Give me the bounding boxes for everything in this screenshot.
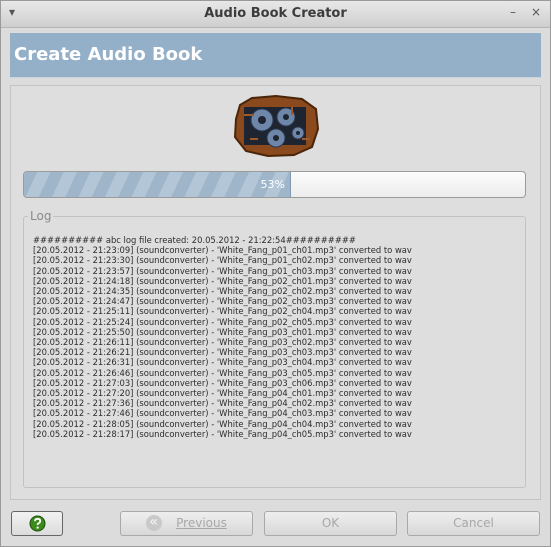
- log-line: [20.05.2012 - 21:27:03] (soundconverter)…: [33, 377, 412, 388]
- ok-label: OK: [321, 516, 340, 530]
- log-line: [20.05.2012 - 21:25:50] (soundconverter)…: [33, 326, 412, 337]
- title-bar[interactable]: ▾ Audio Book Creator – ×: [1, 1, 550, 28]
- cancel-button[interactable]: Cancel: [407, 511, 540, 536]
- log-line: [20.05.2012 - 21:24:35] (soundconverter)…: [33, 286, 412, 297]
- cancel-label: Cancel: [453, 516, 494, 530]
- help-icon: [29, 515, 46, 532]
- page-title: Create Audio Book: [14, 44, 203, 65]
- close-icon[interactable]: ×: [531, 5, 541, 19]
- log-line: [20.05.2012 - 21:23:57] (soundconverter)…: [33, 265, 412, 276]
- log-legend: Log: [28, 209, 54, 223]
- progress-fill: [24, 172, 291, 197]
- previous-button[interactable]: Previous: [120, 511, 253, 536]
- back-arrow-icon: [146, 511, 163, 534]
- log-line: [20.05.2012 - 21:28:05] (soundconverter)…: [33, 418, 412, 429]
- log-text[interactable]: ########## abc log file created: 20.05.2…: [33, 235, 523, 439]
- gears-icon: [233, 95, 320, 157]
- previous-label: Previous: [176, 516, 227, 530]
- log-line: [20.05.2012 - 21:23:30] (soundconverter)…: [33, 255, 412, 266]
- log-line: [20.05.2012 - 21:27:20] (soundconverter)…: [33, 388, 412, 399]
- log-line: [20.05.2012 - 21:25:24] (soundconverter)…: [33, 316, 412, 327]
- app-window: ▾ Audio Book Creator – × Create Audio Bo…: [0, 0, 551, 547]
- log-line: [20.05.2012 - 21:27:46] (soundconverter)…: [33, 408, 412, 419]
- log-line: [20.05.2012 - 21:26:21] (soundconverter)…: [33, 347, 412, 358]
- log-line: [20.05.2012 - 21:23:09] (soundconverter)…: [33, 245, 412, 256]
- log-line: [20.05.2012 - 21:24:18] (soundconverter)…: [33, 275, 412, 286]
- minimize-icon[interactable]: –: [510, 5, 516, 19]
- progress-bar: 53%: [23, 171, 526, 198]
- log-line: [20.05.2012 - 21:25:11] (soundconverter)…: [33, 306, 412, 317]
- progress-label: 53%: [260, 178, 285, 191]
- log-line: [20.05.2012 - 21:26:31] (soundconverter)…: [33, 357, 412, 368]
- log-panel: Log ########## abc log file created: 20.…: [23, 209, 526, 488]
- log-line: ########## abc log file created: 20.05.2…: [33, 235, 356, 245]
- log-line: [20.05.2012 - 21:26:46] (soundconverter)…: [33, 367, 412, 378]
- page-header: Create Audio Book: [10, 33, 541, 78]
- log-line: [20.05.2012 - 21:27:36] (soundconverter)…: [33, 398, 412, 409]
- help-button[interactable]: [11, 511, 63, 536]
- log-line: [20.05.2012 - 21:26:11] (soundconverter)…: [33, 337, 412, 348]
- log-line: [20.05.2012 - 21:28:17] (soundconverter)…: [33, 428, 412, 439]
- ok-button[interactable]: OK: [264, 511, 397, 536]
- window-title: Audio Book Creator: [204, 6, 347, 21]
- log-line: [20.05.2012 - 21:24:47] (soundconverter)…: [33, 296, 412, 307]
